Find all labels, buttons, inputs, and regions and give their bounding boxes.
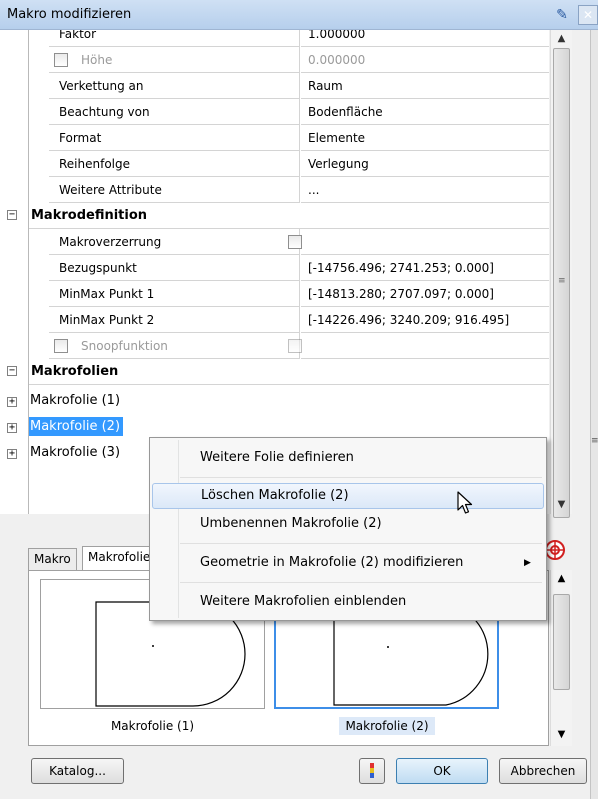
scroll-up-icon[interactable]: ▲ (551, 570, 572, 588)
category-label: Makrofolien (31, 364, 119, 379)
property-row-makroverzerrung[interactable]: Makroverzerrung (29, 229, 549, 255)
property-value[interactable]: 1.000000 (301, 30, 549, 47)
menu-item-weitere-folie[interactable]: Weitere Folie definieren (152, 445, 544, 471)
menu-item-geometrie[interactable]: Geometrie in Makrofolie (2) modifizieren… (152, 550, 544, 576)
title-bar: Makro modifizieren ✎ ✕ (0, 0, 598, 30)
color-palette-button[interactable] (359, 758, 385, 784)
property-row-reihenfolge[interactable]: Reihenfolge Verlegung (29, 151, 549, 177)
property-value[interactable]: Elemente (301, 125, 549, 151)
property-row-snoopfunktion[interactable]: Snoopfunktion (29, 333, 549, 359)
ok-button[interactable]: OK (396, 758, 488, 784)
property-row-faktor[interactable]: Faktor 1.000000 (29, 30, 549, 47)
close-icon[interactable]: ✕ (578, 5, 598, 25)
outer-scrollbar[interactable] (590, 30, 598, 799)
collapse-icon[interactable]: − (7, 210, 17, 220)
mouse-cursor-icon (457, 491, 473, 514)
property-row-weitere-attribute[interactable]: Weitere Attribute ... (29, 177, 549, 203)
abbrechen-button[interactable]: Abbrechen (499, 758, 587, 784)
makrofolie-label[interactable]: Makrofolie (2) (29, 417, 124, 436)
menu-item-geometrie-label: Geometrie in Makrofolie (2) modifizieren (200, 555, 464, 570)
category-makrodefinition[interactable]: − Makrodefinition (29, 203, 549, 229)
tab-makro[interactable]: Makro (28, 548, 77, 570)
help-pin-icon[interactable]: ✎ (552, 5, 572, 25)
property-row-bezugspunkt[interactable]: Bezugspunkt [-14756.496; 2741.253; 0.000… (29, 255, 549, 281)
property-name: Format (49, 125, 300, 151)
property-row-hoehe[interactable]: Höhe 0.000000 (29, 47, 549, 73)
context-menu: Weitere Folie definieren Löschen Makrofo… (149, 437, 547, 621)
scroll-thumb[interactable] (553, 594, 570, 690)
preview-label: Makrofolie (1) (110, 719, 195, 733)
dialog-title: Makro modifizieren (7, 7, 132, 22)
property-name: Makroverzerrung (49, 229, 300, 255)
makro-modifizieren-dialog: Makro modifizieren ✎ ✕ Faktor 1.000000 H… (0, 0, 598, 799)
property-value[interactable]: 0.000000 (301, 47, 549, 73)
snoopfunktion-value-checkbox[interactable] (288, 339, 302, 353)
palette-icon (370, 763, 374, 778)
makrofolie-label[interactable]: Makrofolie (3) (29, 443, 123, 462)
property-name: Verkettung an (49, 73, 300, 99)
property-name: Faktor (49, 30, 300, 47)
property-value[interactable]: Verlegung (301, 151, 549, 177)
property-name: Höhe (49, 47, 300, 73)
property-value (301, 333, 549, 359)
menu-item-loeschen[interactable]: Löschen Makrofolie (2) (152, 483, 544, 509)
property-name: Snoopfunktion (49, 333, 300, 359)
property-value[interactable]: ... (301, 177, 549, 203)
category-makrofolien[interactable]: − Makrofolien (29, 359, 549, 385)
property-value[interactable]: Raum (301, 73, 549, 99)
property-name: MinMax Punkt 2 (49, 307, 300, 333)
makroverzerrung-checkbox[interactable] (288, 235, 302, 249)
property-row-beachtung[interactable]: Beachtung von Bodenfläche (29, 99, 549, 125)
menu-item-weitere-makrofolien[interactable]: Weitere Makrofolien einblenden (152, 589, 544, 615)
expand-icon[interactable]: + (7, 423, 17, 433)
tab-makrofolien[interactable]: Makrofolien (82, 546, 150, 570)
submenu-arrow-icon: ▶ (524, 558, 531, 568)
expand-icon[interactable]: + (7, 449, 17, 459)
outer-scroll-grip-icon: ≡ (591, 436, 598, 446)
property-value[interactable]: [-14226.496; 3240.209; 916.495] (301, 307, 549, 333)
property-name: Reihenfolge (49, 151, 300, 177)
property-value[interactable]: [-14813.280; 2707.097; 0.000] (301, 281, 549, 307)
property-value[interactable]: Bodenfläche (301, 99, 549, 125)
preview-label: Makrofolie (2) (339, 717, 435, 735)
property-name: Bezugspunkt (49, 255, 300, 281)
scroll-up-icon[interactable]: ▲ (551, 30, 572, 48)
expand-icon[interactable]: + (7, 397, 17, 407)
property-value[interactable]: [-14756.496; 2741.253; 0.000] (301, 255, 549, 281)
katalog-button[interactable]: Katalog... (31, 758, 124, 784)
makrofolie-item-selected[interactable]: + Makrofolie (2) (29, 413, 549, 439)
makrofolie-label[interactable]: Makrofolie (1) (29, 391, 123, 410)
scroll-down-icon[interactable]: ▼ (551, 726, 572, 744)
preview-scrollbar[interactable]: ▲ ▼ (550, 570, 572, 746)
menu-item-umbenennen[interactable]: Umbenennen Makrofolie (2) (152, 511, 544, 537)
scroll-thumb[interactable]: ≡ (553, 48, 570, 518)
collapse-icon[interactable]: − (7, 366, 17, 376)
makrofolie-item[interactable]: + Makrofolie (1) (29, 387, 549, 413)
category-label: Makrodefinition (31, 208, 148, 223)
property-name: MinMax Punkt 1 (49, 281, 300, 307)
property-row-verkettung[interactable]: Verkettung an Raum (29, 73, 549, 99)
scroll-down-icon[interactable]: ▼ (551, 496, 572, 514)
property-value (301, 229, 549, 255)
grid-scrollbar[interactable]: ▲ ≡ ▼ (550, 30, 572, 518)
property-row-format[interactable]: Format Elemente (29, 125, 549, 151)
property-name: Beachtung von (49, 99, 300, 125)
property-row-minmax-2[interactable]: MinMax Punkt 2 [-14226.496; 3240.209; 91… (29, 307, 549, 333)
property-row-minmax-1[interactable]: MinMax Punkt 1 [-14813.280; 2707.097; 0.… (29, 281, 549, 307)
property-name: Weitere Attribute (49, 177, 300, 203)
